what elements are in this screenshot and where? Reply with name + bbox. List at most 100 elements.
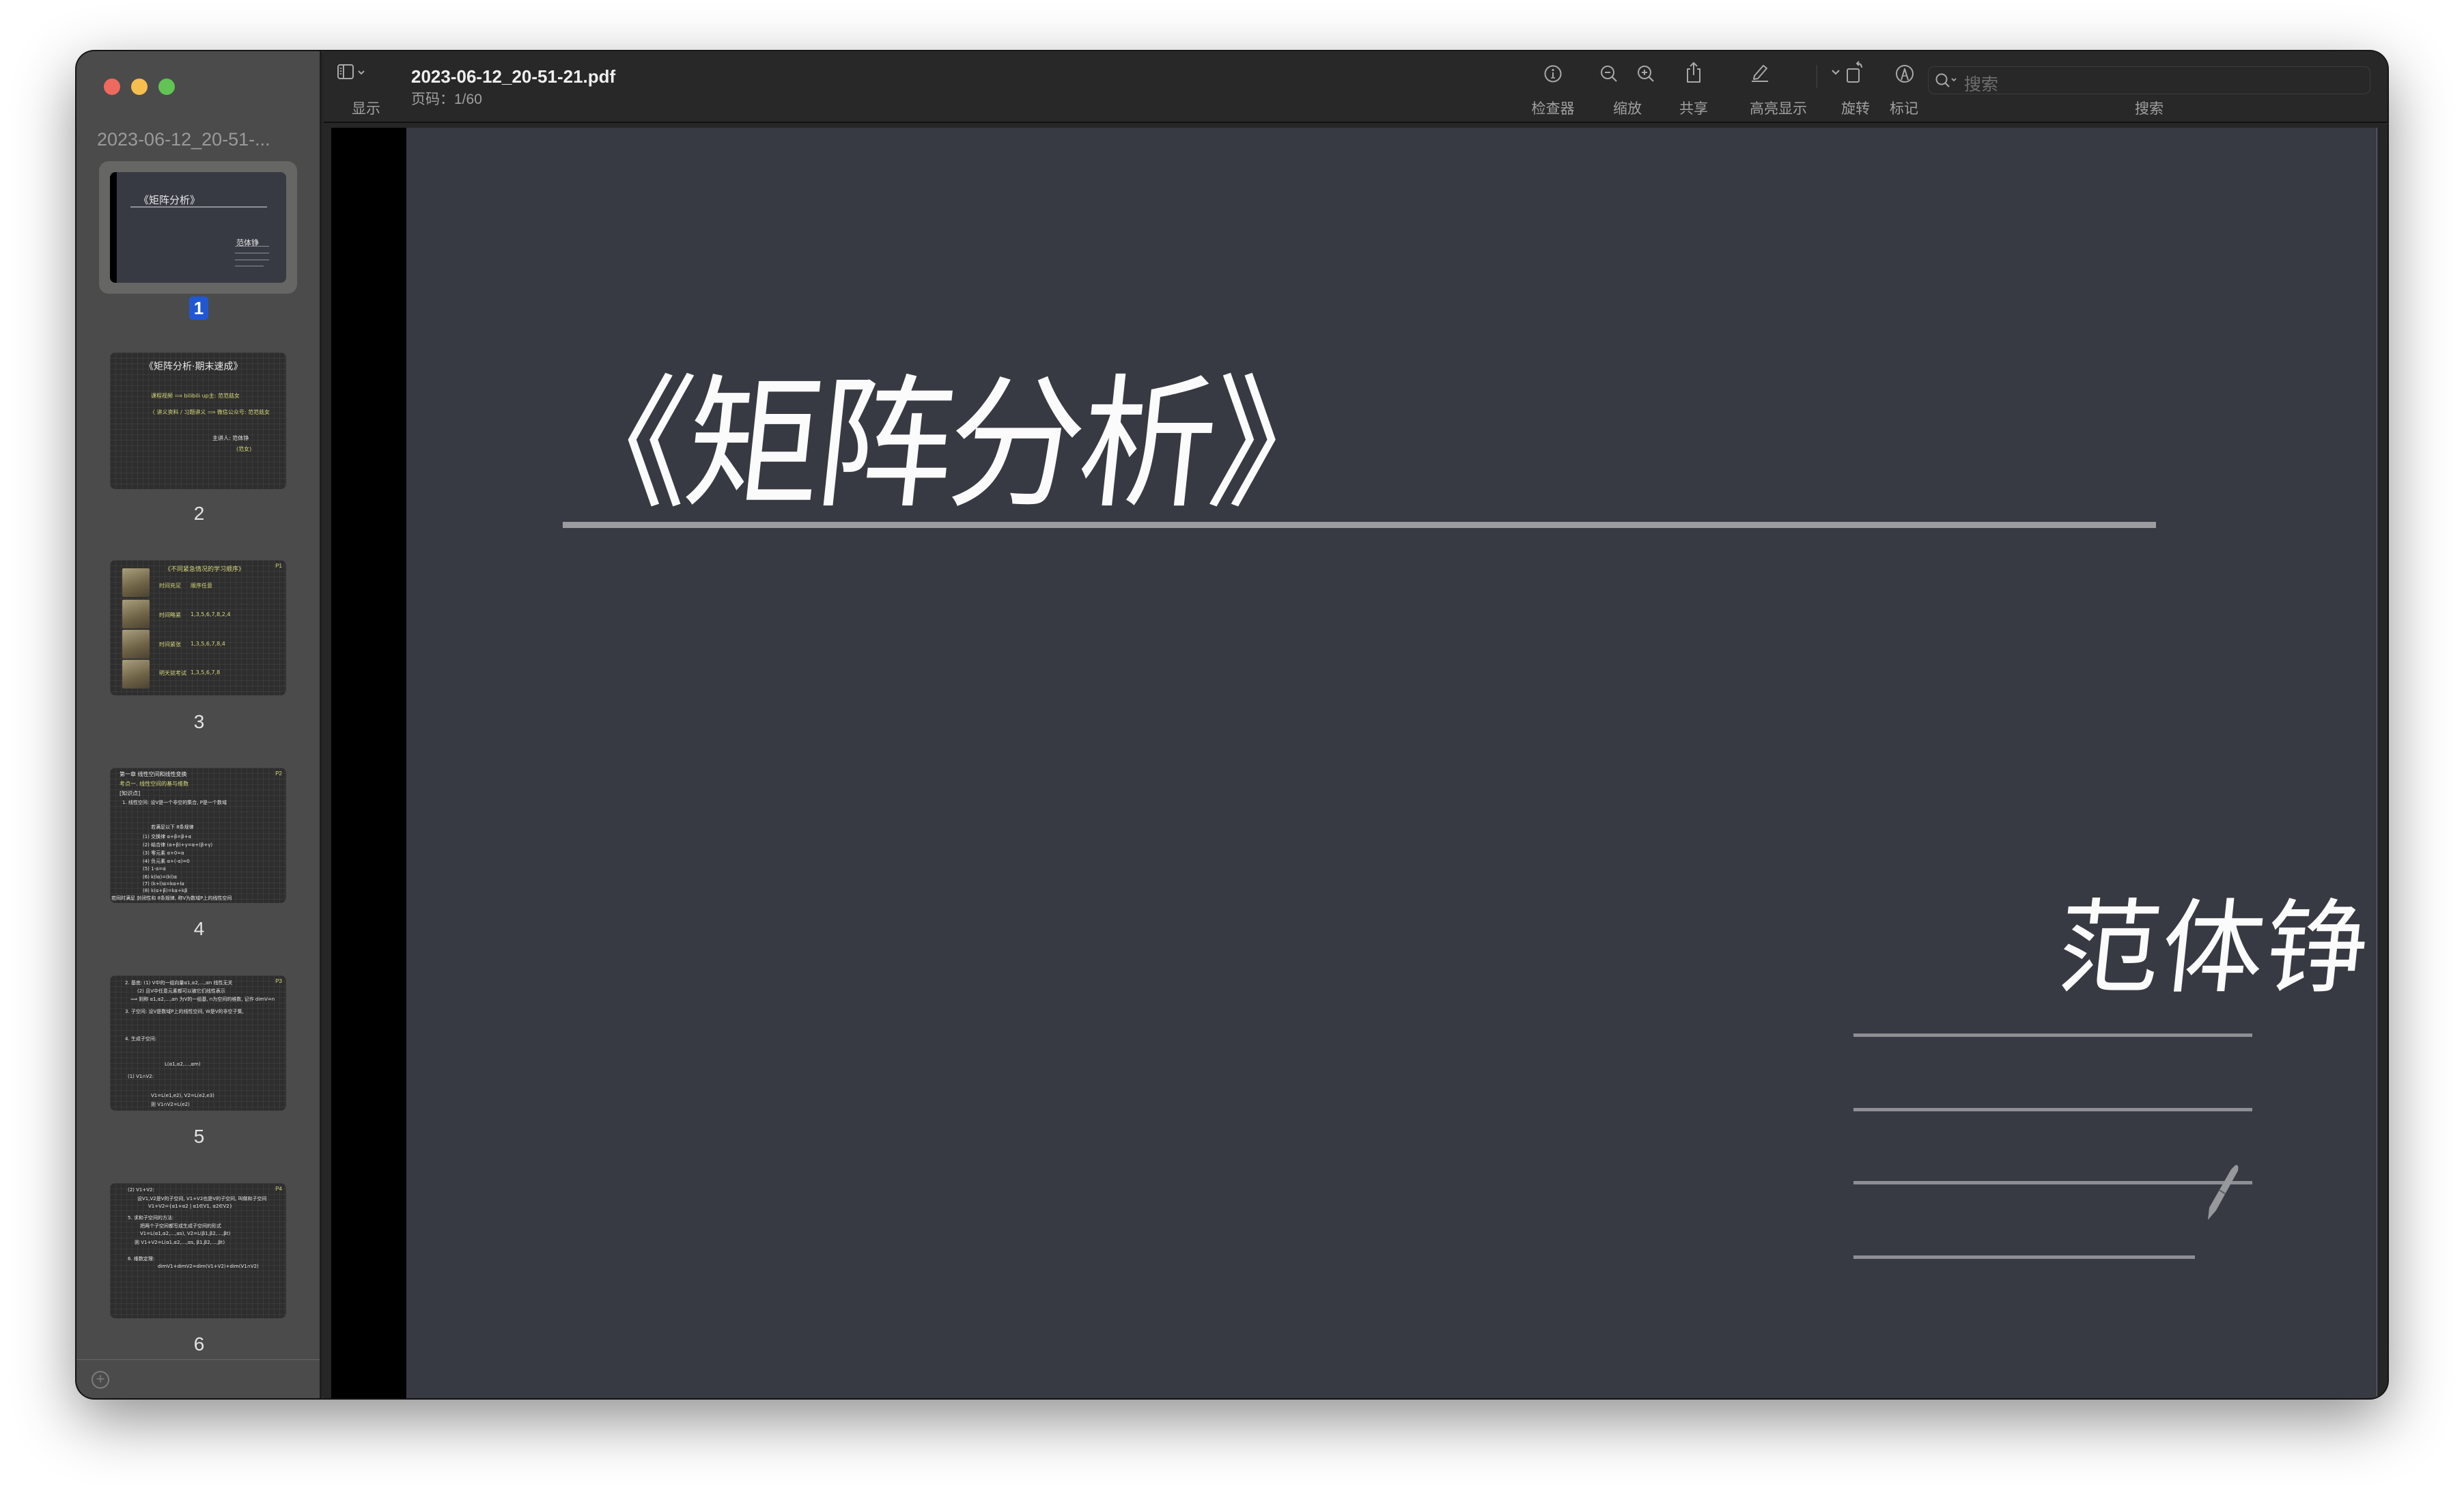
markup-pen-circle-icon — [1896, 65, 1914, 83]
sidebar-document-title: 2023-06-12_20-51-... — [97, 129, 270, 150]
portrait-image — [122, 660, 150, 689]
thumbnail-page-label: 6 — [193, 1333, 205, 1355]
portrait-image — [122, 630, 150, 658]
portrait-image — [122, 568, 150, 597]
sidebar-divider — [76, 1359, 320, 1360]
portrait-image — [122, 600, 150, 628]
zoom-in-icon — [1638, 66, 1654, 82]
zoom-out-button[interactable] — [1599, 64, 1620, 88]
thumbnail-page-5[interactable]: P3 2. 基底: (1) V中的一组向量α1,α2,…,αn 线性无关 (2)… — [110, 975, 286, 1111]
thumbnail-text-line: 6. 维数定理: — [128, 1256, 155, 1262]
thumbnail-page-3[interactable]: P1 《不同紧急情况的学习顺序》 时间充足 顺序任意 时间略紧 1,3,5,6,… — [110, 560, 286, 695]
thumbnail-text-line: V1+V2={α1+α2 | α1∈V1, α2∈V2} — [148, 1204, 233, 1209]
search-input-placeholder[interactable]: 搜索 — [1964, 71, 1998, 96]
thumbnail-text-line: 5. 求和子空间的方法: — [128, 1215, 174, 1221]
thumbnail-page-1[interactable]: 《矩阵分析》 范体铮 — [110, 172, 286, 283]
markup-button[interactable] — [1894, 64, 1915, 87]
signature-line — [1853, 1108, 2252, 1111]
thumbnail-text-line: 则 V1+V2=L(α1,α2,…,αs, β1,β2,…,βt) — [135, 1240, 225, 1245]
thumbnail-row-label: 时间略紧 — [159, 612, 181, 618]
thumbnail-page-2[interactable]: 《矩阵分析·期末速成》 课程视频 ⟹ bilibili up主: 范范菇女 〈 … — [110, 352, 286, 489]
page-number-badge-selected: 1 — [189, 296, 208, 320]
thumbnail-text-line: V1=L(e1,e2), V2=L(e2,e3) — [151, 1093, 214, 1098]
thumbnail-text-line: 4. 生成子空间: — [125, 1036, 157, 1042]
share-button[interactable] — [1685, 61, 1703, 87]
thumbnail-text-line: (5) 1·α=α — [143, 866, 166, 872]
highlighter-pen-icon — [1752, 65, 1768, 82]
pdf-page-1: 《矩阵分析》 范体铮 — [331, 128, 2377, 1398]
thumbnail-text-line: 若同时满足 封闭性和 8条规律, 称V为数域P上的线性空间 — [111, 895, 232, 901]
title-underline — [563, 522, 2156, 528]
thumbnail-title: 《矩阵分析·期末速成》 — [144, 361, 243, 372]
thumbnail-page-label: 3 — [193, 711, 205, 732]
close-button[interactable] — [104, 79, 120, 95]
thumbnail-row-label: 时间充足 — [159, 583, 181, 589]
inspector-label: 检查器 — [1531, 101, 1575, 117]
thumbnail-text-line: 1. 线性空间: 设V是一个非空的集合, P是一个数域 — [122, 800, 227, 805]
thumbnail-text-line: 主讲人: 范体铮 — [212, 435, 249, 441]
zoom-in-button[interactable] — [1636, 64, 1657, 88]
info-icon — [1544, 65, 1562, 83]
sidebar-toggle-label: 显示 — [352, 101, 380, 117]
toolbar: 显示 2023-06-12_20-51-21.pdf 页码：1/60 检查器 缩… — [324, 51, 2388, 123]
thumbnail-text-line: (2) 且V中任意元素都可以被它们线性表示 — [137, 988, 225, 994]
share-icon — [1687, 61, 1700, 83]
thumbnail-page-tag: P3 — [275, 978, 282, 984]
sidebar-toggle-button[interactable] — [337, 64, 367, 85]
thumbnail-page-4[interactable]: P2 第一章 线性空间和线性变换 考点一. 线性空间的基与维数 [知识点] 1.… — [110, 768, 286, 903]
thumbnail-text-line: 3. 子空间: 设V是数域P上的线性空间, W是V的非空子集, — [125, 1009, 244, 1014]
zoom-out-icon — [1601, 66, 1617, 82]
inspector-button[interactable] — [1543, 64, 1563, 87]
handwritten-title: 《矩阵分析》 — [546, 361, 1351, 529]
highlight-label: 高亮显示 — [1750, 101, 1807, 117]
plus-circle-icon: + — [96, 1370, 105, 1387]
highlight-options-button[interactable] — [1830, 68, 1841, 81]
thumbnail-text-line: (6) k(lα)=(kl)α — [143, 874, 178, 880]
thumbnail-text-line: ⟹ 则称 α1,α2,…,αn 为V的一组基, n为空间的维数, 记作 dimV… — [130, 997, 275, 1002]
thumbnail-page-label: 5 — [193, 1126, 205, 1147]
share-label: 共享 — [1679, 101, 1708, 117]
thumbnail-text-line: 则 V1∩V2=L(e2) — [151, 1102, 190, 1107]
thumbnail-row-label: 明天就考试 — [159, 670, 186, 676]
minimize-button[interactable] — [131, 79, 148, 95]
thumbnail-row-value: 顺序任意 — [191, 583, 212, 589]
rotate-button[interactable] — [1845, 61, 1865, 87]
thumbnail-row-label: 时间紧张 — [159, 641, 181, 648]
thumbnail-title: 《矩阵分析》 — [139, 194, 201, 206]
thumbnail-text-line: [知识点] — [120, 790, 141, 796]
thumbnail-text-line: (1) 交换律 α+β=β+α — [143, 834, 192, 839]
thumbnail-page-tag: P2 — [275, 770, 282, 777]
highlight-button[interactable] — [1750, 62, 1770, 86]
thumbnail-text-line: (2) V1+V2: — [128, 1187, 154, 1193]
thumbnail-text-line: (4) 负元素 α+(-α)=0 — [143, 859, 190, 864]
page-binding-strip — [331, 128, 406, 1398]
thumbnail-text-line: V1=L(α1,α2,…,αs), V2=L(β1,β2,…,βt) — [140, 1231, 231, 1236]
signature-line — [1853, 1181, 2252, 1184]
zoom-label: 缩放 — [1613, 101, 1642, 117]
rotate-label: 旋转 — [1841, 101, 1870, 117]
thumbnail-text-line: 2. 基底: (1) V中的一组向量α1,α2,…,αn 线性无关 — [125, 980, 233, 986]
thumbnail-page-6[interactable]: P4 (2) V1+V2: 设V1,V2是V的子空间, V1+V2也是V的子空间… — [110, 1183, 286, 1318]
thumbnail-text-line: (3) 零元素 α+0=α — [143, 850, 184, 856]
thumbnail-text-line: dimV1+dimV2=dim(V1+V2)+dim(V1∩V2) — [158, 1264, 259, 1269]
search-field[interactable]: 搜索 — [1928, 66, 2370, 94]
thumbnail-row-value: 1,3,5,6,7,8 — [191, 669, 221, 676]
document-title: 2023-06-12_20-51-21.pdf — [411, 66, 616, 87]
page-indicator: 页码：1/60 — [411, 92, 482, 107]
add-page-button[interactable]: + — [92, 1371, 109, 1389]
fullscreen-button[interactable] — [158, 79, 175, 95]
thumbnail-text-line: (7) (k+l)α=kα+lα — [143, 881, 185, 887]
search-icon — [1935, 73, 1957, 87]
thumbnail-text-line: 课程视频 ⟹ bilibili up主: 范范菇女 — [151, 393, 240, 399]
signature-line — [1853, 1255, 2195, 1259]
thumbnail-text-line: 〈 讲义资料 / 习题讲义 ⟹ 微信公众号: 范范菇女 — [150, 409, 270, 415]
page-binding-strip — [110, 172, 117, 283]
thumbnail-row-value: 1,3,5,6,7,8,4 — [191, 641, 225, 647]
thumbnail-text-line: 把两个子空间都写成生成子空间的形式 — [140, 1223, 221, 1229]
thumbnail-page-tag: P1 — [275, 563, 282, 569]
thumbnail-title: 《不同紧急情况的学习顺序》 — [165, 566, 245, 573]
thumbnail-page-tag: P4 — [275, 1186, 282, 1192]
document-view[interactable]: 《矩阵分析》 范体铮 — [324, 124, 2388, 1398]
thumbnail-page-label: 4 — [193, 918, 205, 939]
chevron-down-icon — [1832, 70, 1840, 75]
